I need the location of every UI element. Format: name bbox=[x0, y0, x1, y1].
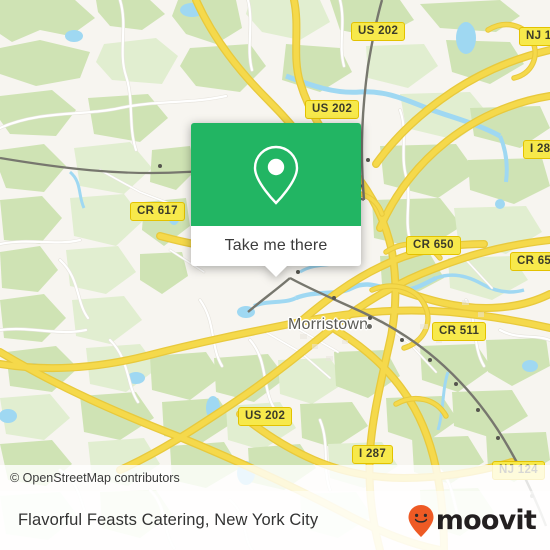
road-shield: I 287 bbox=[523, 140, 550, 159]
location-callout-card[interactable]: Take me there bbox=[191, 123, 361, 277]
road-shield: CR 617 bbox=[130, 202, 185, 221]
callout-pointer bbox=[264, 265, 288, 277]
road-shield: US 202 bbox=[351, 22, 406, 41]
road-shield: US 202 bbox=[238, 407, 293, 426]
attribution-bar: © OpenStreetMap contributors bbox=[0, 465, 550, 491]
map-pin-icon bbox=[253, 145, 299, 205]
moovit-pin-icon bbox=[408, 504, 434, 537]
place-title: Flavorful Feasts Catering, New York City bbox=[18, 511, 319, 529]
take-me-there-label: Take me there bbox=[224, 237, 328, 254]
map-screenshot: .g { fill:#CFE3B4; } .gl { fill:#E1EED0;… bbox=[0, 0, 550, 550]
place-label: Morristown bbox=[288, 316, 369, 333]
callout-image-area bbox=[191, 123, 361, 226]
road-shield: CR 650 bbox=[406, 236, 461, 255]
road-shield: CR 650 bbox=[510, 252, 550, 271]
moovit-wordmark: moovit bbox=[435, 505, 537, 536]
place-marker-dot bbox=[366, 323, 373, 330]
road-shield: CR 511 bbox=[432, 322, 487, 341]
moovit-logo[interactable]: moovit bbox=[407, 504, 537, 538]
callout-footer[interactable]: Take me there bbox=[191, 226, 361, 277]
osm-attribution-text[interactable]: © OpenStreetMap contributors bbox=[0, 471, 180, 485]
footer-bar: Flavorful Feasts Catering, New York City… bbox=[0, 491, 550, 550]
road-shield: I 287 bbox=[352, 445, 394, 464]
road-shield: NJ 10 bbox=[519, 27, 550, 46]
road-shield: US 202 bbox=[305, 100, 360, 119]
